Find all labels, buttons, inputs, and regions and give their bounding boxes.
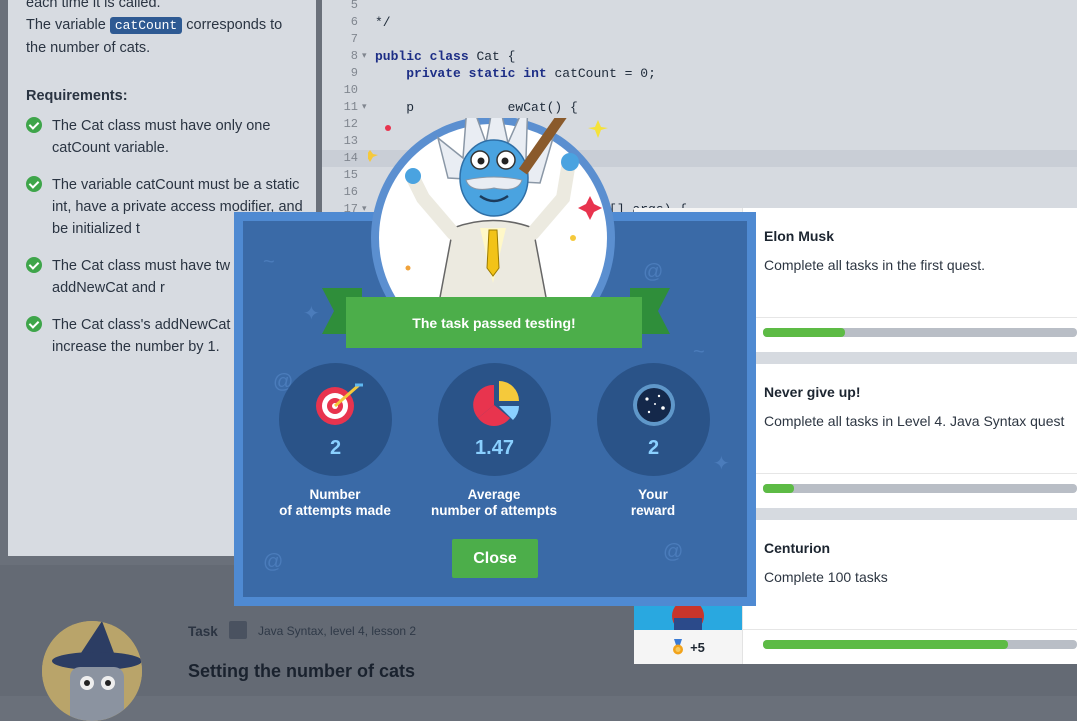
professor-mascot-illustration: E=MC²	[368, 118, 615, 308]
task-title: Setting the number of cats	[188, 661, 416, 681]
task-breadcrumb: Java Syntax, level 4, lesson 2	[258, 624, 417, 638]
description-text: The variable	[26, 17, 110, 33]
line-number: 5	[350, 0, 358, 12]
achievement-reward: +5	[634, 630, 742, 664]
line-number: 16	[343, 185, 358, 199]
task-label: Task	[188, 624, 218, 639]
achievement-progress-bar	[763, 328, 1077, 337]
achievement-name: Elon Musk	[764, 228, 835, 244]
line-number: 10	[343, 83, 358, 97]
average-value: 1.47	[475, 437, 514, 459]
code-text: public class Cat {	[375, 49, 516, 64]
code-line[interactable]: 9 private static int catCount = 0;	[322, 65, 1077, 82]
check-icon	[26, 257, 42, 273]
close-button[interactable]: Close	[452, 539, 538, 578]
code-line[interactable]: 10	[322, 82, 1077, 99]
code-line[interactable]: 8 ▾ public class Cat {	[322, 48, 1077, 65]
line-number: 14	[343, 151, 358, 165]
attempts-label: Number of attempts made	[279, 487, 391, 518]
line-number: 11	[343, 100, 358, 114]
fold-icon[interactable]: ▾	[362, 48, 367, 65]
line-number: 15	[343, 168, 358, 182]
check-icon	[26, 117, 42, 133]
code-line[interactable]: 7	[322, 31, 1077, 48]
line-number: 13	[343, 134, 358, 148]
description-text: corresponds to	[182, 17, 283, 33]
code-text: */	[375, 15, 391, 30]
achievement-name: Centurion	[764, 540, 831, 556]
achievement-description: Complete 100 tasks	[764, 569, 888, 585]
document-icon	[229, 621, 247, 639]
requirement-item: The Cat class must have only one catCoun…	[26, 115, 306, 159]
wizard-avatar	[42, 621, 142, 721]
reward-label: Your reward	[630, 487, 676, 518]
success-banner: The task passed testing!	[346, 297, 642, 348]
line-number: 8	[350, 49, 358, 63]
check-icon	[26, 176, 42, 192]
line-number: 12	[343, 117, 358, 131]
fold-icon[interactable]: ▾	[362, 99, 367, 116]
code-line[interactable]: 11 ▾ p ewCat() {	[322, 99, 1077, 116]
achievement-progress-bar	[763, 484, 1077, 493]
code-text: private static int catCount = 0;	[406, 66, 656, 81]
description-text: each time it is called.	[26, 0, 161, 11]
achievement-description: Complete all tasks in the first quest.	[764, 257, 985, 273]
achievement-description: Complete all tasks in Level 4. Java Synt…	[764, 413, 1065, 429]
medal-icon	[673, 639, 684, 655]
reward-amount: +5	[690, 639, 705, 655]
code-line[interactable]: 5	[322, 0, 1077, 14]
description-text: the number of cats.	[26, 40, 151, 56]
line-number: 7	[350, 32, 358, 46]
attempts-value: 2	[329, 437, 342, 459]
average-label: Average number of attempts	[430, 487, 557, 518]
achievement-progress-bar	[763, 640, 1077, 649]
requirements-title: Requirements:	[26, 88, 128, 104]
line-number: 9	[350, 66, 358, 80]
reward-value: 2	[647, 437, 660, 459]
check-icon	[26, 316, 42, 332]
code-text: p ewCat() {	[375, 100, 578, 115]
line-number: 6	[350, 15, 358, 29]
achievement-name: Never give up!	[764, 384, 861, 400]
code-line[interactable]: 6 */	[322, 14, 1077, 31]
code-highlight: catCount	[109, 17, 183, 34]
